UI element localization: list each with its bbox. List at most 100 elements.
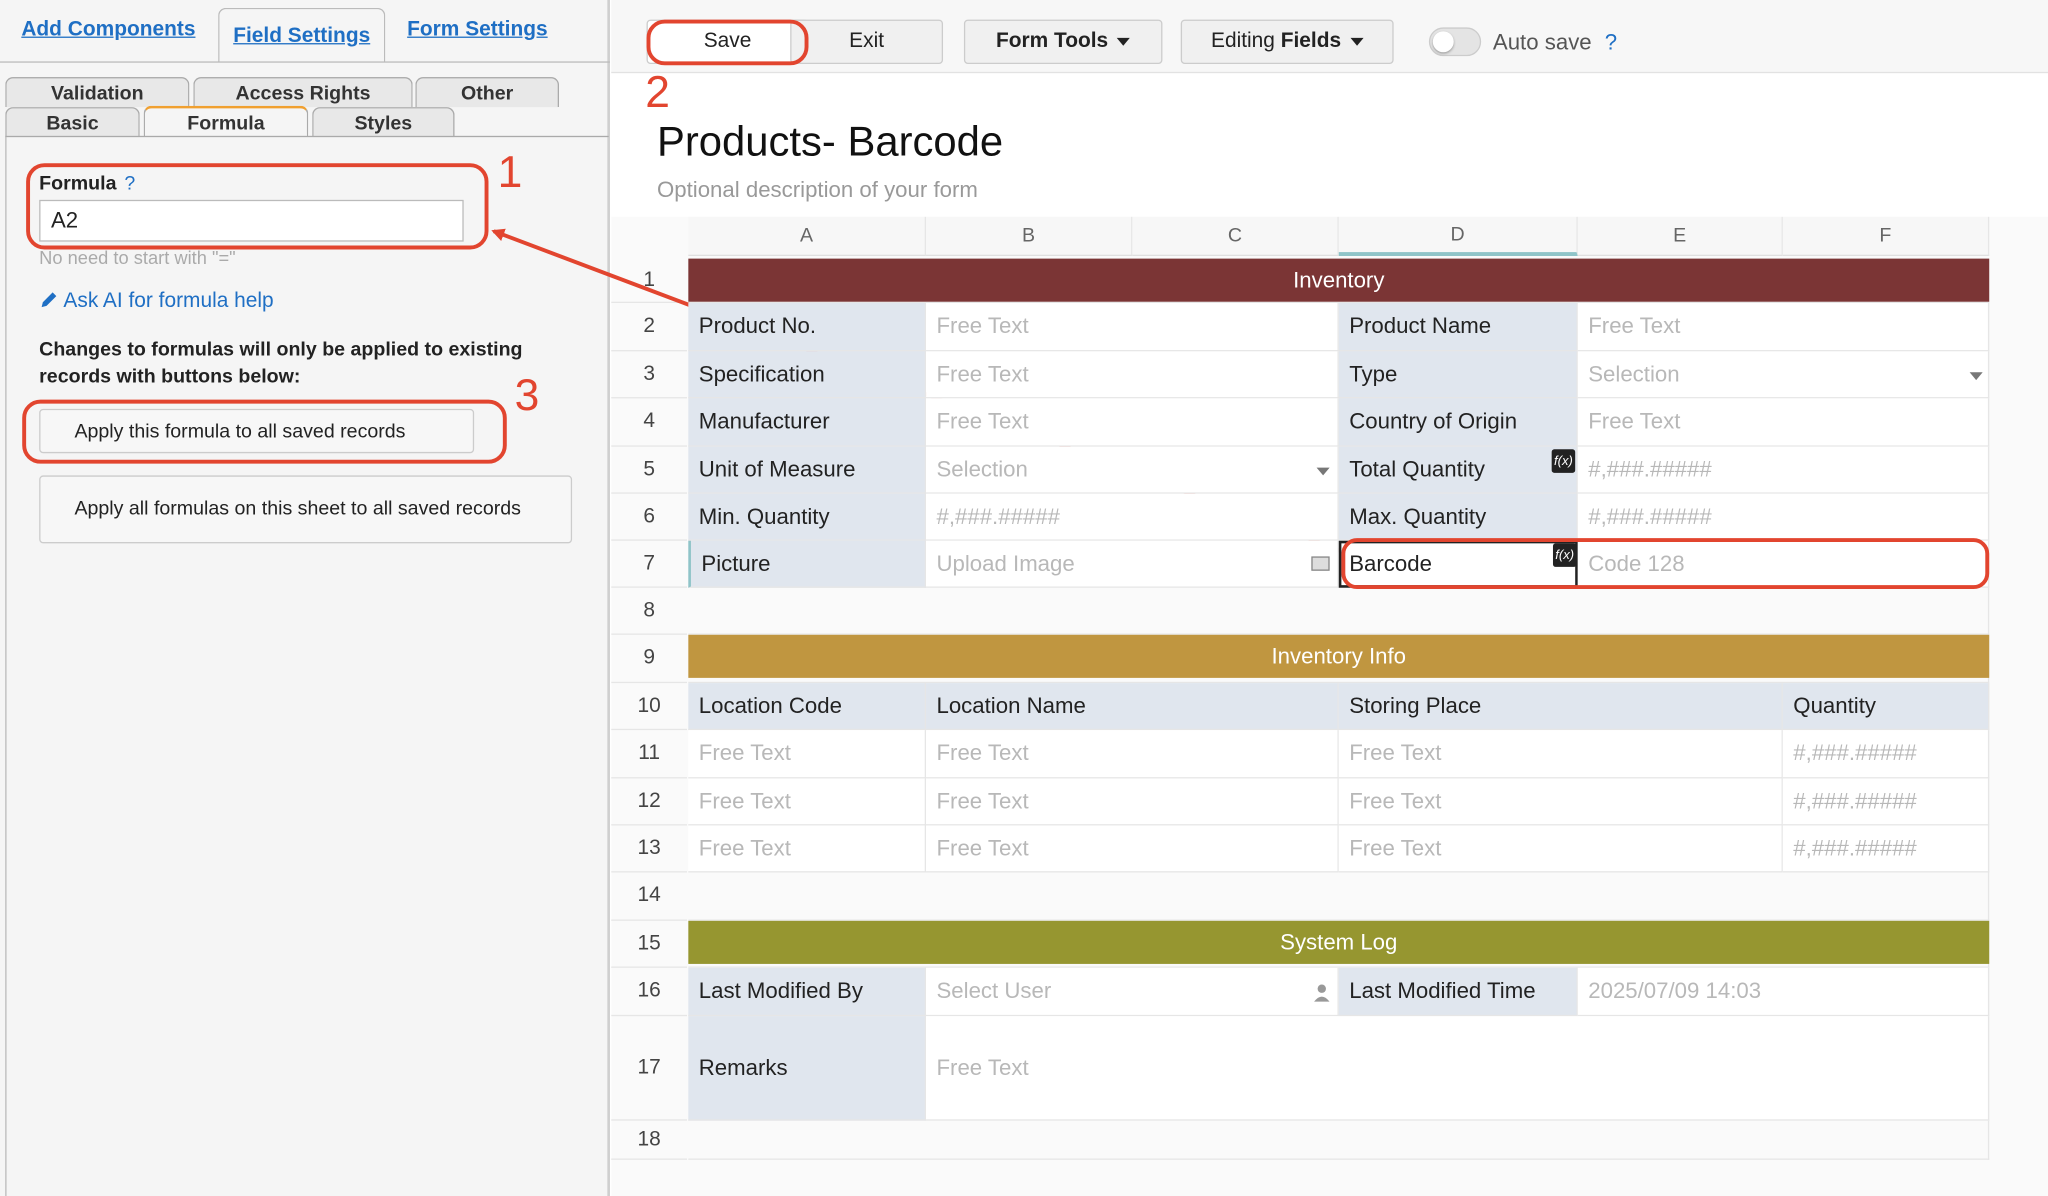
row-header[interactable]: 17 (611, 1016, 688, 1121)
field-input-product-name[interactable]: Free Text (1577, 303, 1990, 352)
subtable-header-location-name[interactable]: Location Name (926, 683, 1339, 731)
section-banner-inventory-info[interactable]: Inventory Info (688, 634, 1990, 678)
subtab-validation[interactable]: Validation (5, 77, 190, 108)
subtab-formula[interactable]: Formula (143, 105, 309, 138)
field-label-total-qty[interactable]: Total Quantity (1338, 446, 1578, 494)
field-label-manufacturer[interactable]: Manufacturer (688, 398, 927, 447)
form-grid: A B C D E F 1 2 3 4 5 6 7 8 9 10 11 12 13 14 15 16 17 18 Invento… (611, 216, 2048, 1196)
tab-form-settings[interactable]: Form Settings (396, 0, 559, 60)
field-label-last-modified-by[interactable]: Last Modified By (688, 967, 927, 1017)
row-header[interactable]: 2 (611, 303, 688, 352)
subtab-other[interactable]: Other (415, 77, 560, 108)
subtab-access-rights[interactable]: Access Rights (193, 77, 413, 108)
row-header[interactable]: 6 (611, 494, 688, 541)
row-header[interactable]: 15 (611, 921, 688, 968)
field-label-product-name[interactable]: Product Name (1338, 303, 1578, 352)
row-header[interactable]: 9 (611, 635, 688, 684)
section-banner-system-log[interactable]: System Log (688, 920, 1990, 964)
field-input-unit[interactable]: Selection (926, 446, 1339, 494)
row-header[interactable]: 3 (611, 351, 688, 399)
field-label-last-modified-time[interactable]: Last Modified Time (1338, 967, 1578, 1017)
subtable-header-location-code[interactable]: Location Code (688, 683, 927, 731)
tab-add-components[interactable]: Add Components (10, 0, 206, 60)
subtable-cell[interactable]: Free Text (688, 730, 927, 779)
subtable-cell[interactable]: Free Text (926, 825, 1339, 873)
subtable-cell[interactable]: Free Text (1338, 778, 1783, 826)
image-icon[interactable] (1311, 556, 1330, 571)
form-tools-button[interactable]: Form Tools (963, 19, 1163, 64)
highlight-save (646, 19, 809, 66)
grid-row-bg (688, 1120, 1990, 1160)
subtable-cell[interactable]: Free Text (926, 730, 1339, 779)
row-header[interactable]: 14 (611, 872, 688, 921)
column-header-e[interactable]: E (1577, 216, 1783, 256)
column-header-b[interactable]: B (926, 216, 1133, 256)
highlight-formula (26, 163, 489, 250)
field-label-type[interactable]: Type (1338, 351, 1578, 399)
row-header[interactable]: 13 (611, 825, 688, 873)
exit-button[interactable]: Exit (790, 19, 944, 64)
row-header[interactable]: 16 (611, 968, 688, 1017)
field-input-type[interactable]: Selection (1577, 351, 1990, 399)
subtable-cell[interactable]: Free Text (1338, 825, 1783, 873)
row-header[interactable]: 4 (611, 398, 688, 447)
row-header[interactable]: 8 (611, 588, 688, 635)
section-banner-inventory[interactable]: Inventory (688, 258, 1990, 302)
field-input-max-qty[interactable]: #,###.##### (1577, 493, 1990, 541)
subtable-cell[interactable]: #,###.##### (1782, 730, 1990, 779)
field-label-min-qty[interactable]: Min. Quantity (688, 493, 927, 541)
tab-divider (0, 61, 610, 63)
field-label-unit[interactable]: Unit of Measure (688, 446, 927, 494)
field-input-last-modified-time[interactable]: 2025/07/09 14:03 (1577, 967, 1990, 1017)
field-label-country[interactable]: Country of Origin (1338, 398, 1578, 447)
column-header-c[interactable]: C (1132, 216, 1339, 256)
column-header-f[interactable]: F (1782, 216, 1990, 256)
field-input-specification[interactable]: Free Text (926, 351, 1339, 399)
field-label-specification[interactable]: Specification (688, 351, 927, 399)
field-input-last-modified-by[interactable]: Select User (926, 967, 1339, 1017)
field-input-total-qty[interactable]: #,###.##### (1577, 446, 1990, 494)
highlight-apply-button (22, 399, 507, 464)
form-description[interactable]: Optional description of your form (657, 178, 978, 204)
subtab-basic[interactable]: Basic (5, 107, 140, 138)
field-label-remarks[interactable]: Remarks (688, 1016, 927, 1121)
row-header[interactable]: 10 (611, 683, 688, 731)
ask-ai-link[interactable]: Ask AI for formula help (39, 290, 274, 314)
field-input-manufacturer[interactable]: Free Text (926, 398, 1339, 447)
form-title[interactable]: Products- Barcode (657, 118, 1003, 166)
subtable-cell[interactable]: Free Text (688, 778, 927, 826)
field-input-picture[interactable]: Upload Image (926, 540, 1339, 588)
formula-hint: No need to start with "=" (39, 246, 236, 268)
auto-save-help-icon[interactable]: ? (1605, 30, 1617, 55)
field-label-product-no[interactable]: Product No. (688, 303, 927, 352)
subtable-cell[interactable]: Free Text (1338, 730, 1783, 779)
row-header[interactable]: 11 (611, 730, 688, 779)
subtable-header-storing-place[interactable]: Storing Place (1338, 683, 1783, 731)
subtab-styles[interactable]: Styles (312, 107, 455, 138)
auto-save-toggle[interactable] (1428, 27, 1482, 57)
chevron-down-icon[interactable] (1969, 372, 1983, 381)
editing-fields-button[interactable]: Editing Fields (1180, 19, 1394, 64)
field-input-remarks[interactable]: Free Text (926, 1016, 1990, 1121)
field-input-min-qty[interactable]: #,###.##### (926, 493, 1339, 541)
subtable-cell[interactable]: #,###.##### (1782, 825, 1990, 873)
field-label-picture[interactable]: Picture (688, 540, 927, 588)
chevron-down-icon[interactable] (1316, 467, 1330, 476)
column-header-a[interactable]: A (688, 216, 927, 256)
subtable-cell[interactable]: Free Text (688, 825, 927, 873)
row-header[interactable]: 7 (611, 541, 688, 588)
subtable-cell[interactable]: #,###.##### (1782, 778, 1990, 826)
row-header[interactable]: 18 (611, 1121, 688, 1160)
row-header[interactable]: 5 (611, 447, 688, 494)
subtable-cell[interactable]: Free Text (926, 778, 1339, 826)
field-input-country[interactable]: Free Text (1577, 398, 1990, 447)
row-header[interactable]: 12 (611, 778, 688, 826)
tab-field-settings[interactable]: Field Settings (218, 7, 386, 63)
field-input-product-no[interactable]: Free Text (926, 303, 1339, 352)
apply-all-formulas-button[interactable]: Apply all formulas on this sheet to all … (39, 475, 573, 544)
row-header[interactable]: 1 (611, 259, 688, 304)
subtable-header-quantity[interactable]: Quantity (1782, 683, 1990, 731)
column-header-d[interactable]: D (1338, 216, 1578, 256)
field-label-max-qty[interactable]: Max. Quantity (1338, 493, 1578, 541)
user-icon[interactable] (1313, 984, 1330, 1002)
